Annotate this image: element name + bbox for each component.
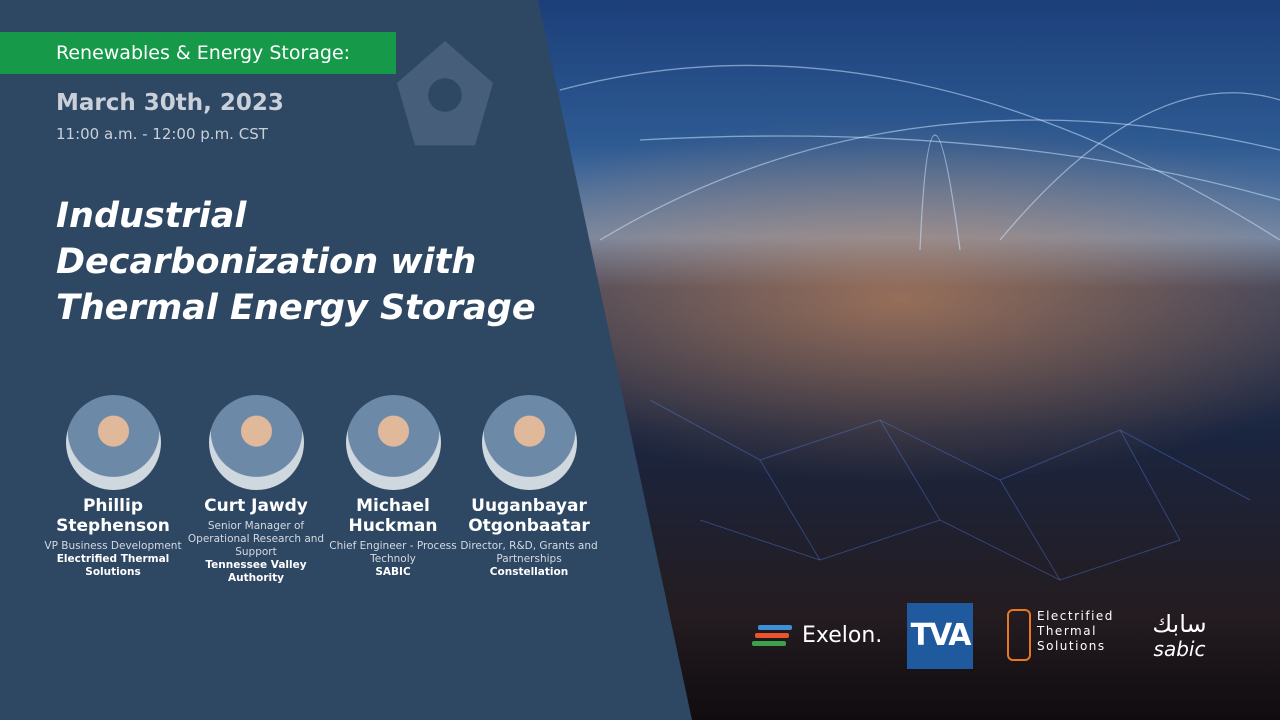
tva-logo: TVA — [907, 603, 973, 669]
speaker-name: Michael Huckman — [348, 496, 438, 536]
event-date: March 30th, 2023 — [56, 90, 284, 116]
speaker-name: Uuganbayar Otgonbaatar — [468, 496, 590, 536]
event-time: 11:00 a.m. - 12:00 p.m. CST — [56, 125, 268, 143]
avatar — [481, 395, 577, 490]
ets-line: Electrified — [1037, 609, 1114, 623]
speaker-role: VP Business Development — [44, 540, 182, 552]
exelon-logo: Exelon. — [752, 623, 882, 648]
speaker-card: Phillip Stephenson VP Business Developmen… — [43, 395, 183, 579]
brand-mark-icon — [397, 41, 493, 146]
speaker-org: Tennessee Valley Authority — [205, 559, 307, 584]
speaker-name: Phillip Stephenson — [56, 496, 170, 536]
speaker-role: Senior Manager of Operational Research a… — [187, 520, 325, 558]
sabic-arabic: سابك — [1152, 610, 1207, 638]
speaker-name: Curt Jawdy — [204, 496, 308, 516]
avatar — [65, 395, 161, 490]
sabic-latin: sabic — [1153, 637, 1206, 661]
event-title: Industrial Decarbonization with Thermal … — [56, 196, 536, 328]
sponsor-logos: Exelon. TVA Electrified Thermal Solutions … — [752, 603, 1232, 669]
speaker-card: Curt Jawdy Senior Manager of Operational … — [186, 395, 326, 585]
speaker-org: Electrified Thermal Solutions — [56, 553, 170, 578]
speaker-org: Constellation — [489, 566, 569, 578]
ets-line: Solutions — [1037, 639, 1106, 653]
hexagon-icon — [1007, 609, 1031, 661]
speaker-card: Michael Huckman Chief Engineer - Process … — [323, 395, 463, 579]
sabic-logo: سابك sabic — [1132, 611, 1227, 661]
speaker-role: Chief Engineer - Process Technoly — [329, 540, 457, 565]
speaker-role: Director, R&D, Grants and Partnerships — [460, 540, 598, 565]
avatar — [345, 395, 441, 490]
speaker-card: Uuganbayar Otgonbaatar Director, R&D, Gra… — [459, 395, 599, 579]
exelon-stripes-icon — [752, 624, 792, 646]
avatar — [208, 395, 304, 490]
series-banner: Renewables & Energy Storage: — [0, 32, 396, 74]
ets-logo: Electrified Thermal Solutions — [1007, 609, 1114, 661]
speaker-org: SABIC — [375, 566, 411, 578]
exelon-text: Exelon. — [802, 623, 883, 648]
ets-line: Thermal — [1037, 624, 1097, 638]
